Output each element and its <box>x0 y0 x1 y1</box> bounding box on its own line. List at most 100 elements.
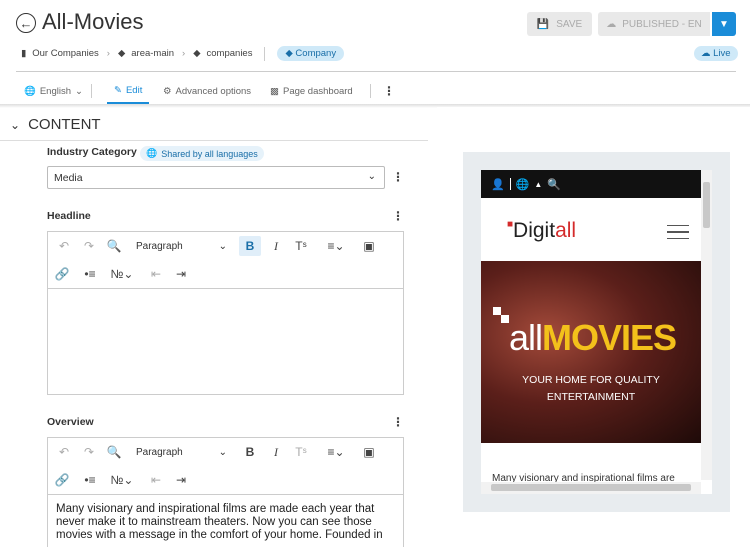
more-options-icon[interactable]: ⋮ <box>392 415 404 429</box>
tab-edit[interactable]: ✎ Edit <box>107 78 150 104</box>
undo-icon[interactable]: ↶ <box>54 442 74 462</box>
headline-editor[interactable]: ↶ ↷ 🔍 Paragraph ⌄ B I Tˢ ≡⌄ ▣ 🔗 •≡ №⌄ ⇤ … <box>47 231 404 395</box>
paragraph-style-label: Paragraph <box>136 240 183 252</box>
editor-toolbar: ↶ ↷ 🔍 Paragraph ⌄ B I Tˢ ≡⌄ ▣ 🔗 •≡ №⌄ ⇤ … <box>48 232 403 289</box>
section-title: CONTENT <box>28 116 101 133</box>
hero-squares <box>493 307 501 315</box>
hamburger-menu-icon <box>667 225 689 239</box>
more-options-icon[interactable]: ⋮ <box>392 209 404 223</box>
live-badge: ☁ Live <box>694 46 738 61</box>
indent-icon[interactable]: ⇥ <box>171 470 191 490</box>
link-icon[interactable]: 🔗 <box>52 470 72 490</box>
publish-dropdown-button[interactable]: ▼ <box>712 12 736 36</box>
company-pill: ◆ Company <box>277 46 345 61</box>
divider <box>509 178 511 190</box>
image-icon[interactable]: ▣ <box>358 442 380 462</box>
globe-icon: 🌐 <box>24 85 36 97</box>
preview-topbar: 👤 🌐 ▲ 🔍 <box>481 170 701 198</box>
content-section-header[interactable]: ⌄ CONTENT <box>10 116 101 133</box>
digitall-logo: ■Digitall <box>507 219 576 243</box>
bold-icon[interactable]: B <box>239 442 261 462</box>
publish-button[interactable]: ☁ PUBLISHED - EN <box>598 12 710 36</box>
outdent-icon[interactable]: ⇤ <box>146 264 166 284</box>
hero-subtitle-line: ENTERTAINMENT <box>546 391 636 403</box>
numbered-list-icon[interactable]: №⌄ <box>106 264 138 284</box>
tab-page-dashboard[interactable]: ▩ Page dashboard <box>270 78 353 104</box>
image-icon[interactable]: ▣ <box>358 236 380 256</box>
undo-icon[interactable]: ↶ <box>54 236 74 256</box>
chevron-right-icon: › <box>106 48 110 59</box>
overview-editor[interactable]: ↶ ↷ 🔍 Paragraph ⌄ B I Tˢ ≡⌄ ▣ 🔗 •≡ №⌄ ⇤ … <box>47 437 404 547</box>
chevron-down-icon: ▼ <box>719 18 729 30</box>
paragraph-style-select[interactable]: Paragraph ⌄ <box>134 236 229 256</box>
breadcrumb-item[interactable]: companies <box>207 48 253 59</box>
save-icon: 💾 <box>536 18 550 30</box>
redo-icon[interactable]: ↷ <box>79 442 99 462</box>
divider <box>91 84 92 98</box>
editor-body[interactable]: Many visionary and inspirational films a… <box>48 495 403 550</box>
align-icon[interactable]: ≡⌄ <box>320 236 352 256</box>
shared-badge: 🌐 Shared by all languages <box>140 146 264 161</box>
more-options-icon[interactable]: ⋮ <box>392 170 404 184</box>
tab-label: Page dashboard <box>282 85 353 97</box>
paragraph-style-select[interactable]: Paragraph ⌄ <box>134 442 229 462</box>
bullet-list-icon[interactable]: •≡ <box>79 470 101 490</box>
italic-icon[interactable]: I <box>266 442 286 462</box>
italic-icon[interactable]: I <box>266 236 286 256</box>
redo-icon[interactable]: ↷ <box>79 236 99 256</box>
search-icon: 🔍 <box>547 178 562 191</box>
clear-format-icon[interactable]: Tˢ <box>291 236 311 256</box>
horizontal-scrollbar[interactable] <box>481 482 701 494</box>
overview-label: Overview <box>47 416 94 428</box>
layers-icon: ◆ <box>193 48 201 59</box>
clear-format-icon[interactable]: Tˢ <box>291 442 311 462</box>
indent-icon[interactable]: ⇥ <box>171 264 191 284</box>
numbered-list-icon[interactable]: №⌄ <box>106 470 138 490</box>
headline-label: Headline <box>47 210 91 222</box>
more-options-icon[interactable]: ⋮ <box>383 78 395 104</box>
bullet-list-icon[interactable]: •≡ <box>79 264 101 284</box>
outdent-icon[interactable]: ⇤ <box>146 470 166 490</box>
tab-advanced-options[interactable]: ⚙ Advanced options <box>163 78 251 104</box>
page-icon: ▮ <box>21 48 27 59</box>
language-selector[interactable]: 🌐 English ⌄ <box>24 78 83 104</box>
header: ← All-Movies 💾 SAVE ☁ PUBLISHED - EN ▼ ▮… <box>0 0 750 105</box>
tab-label: Advanced options <box>175 85 252 97</box>
bar-chart-icon: ▩ <box>270 85 279 97</box>
chevron-down-icon: ⌄ <box>367 171 376 182</box>
language-label: English <box>39 85 72 97</box>
industry-select[interactable]: Media ⌄ <box>47 166 385 189</box>
live-label: Live <box>713 48 731 59</box>
shared-badge-label: Shared by all languages <box>161 148 258 159</box>
tab-label: Edit <box>125 84 143 96</box>
hero-subtitle: YOUR HOME FOR QUALITY ENTERTAINMENT <box>481 372 701 406</box>
logo-text-digit: Digit <box>513 219 556 242</box>
hero-banner: allMOVIES YOUR HOME FOR QUALITY ENTERTAI… <box>481 261 701 443</box>
logo-text-all: all <box>555 219 577 242</box>
vertical-scrollbar[interactable] <box>701 170 712 480</box>
save-button[interactable]: 💾 SAVE <box>527 12 592 36</box>
scrollbar-thumb[interactable] <box>703 182 710 228</box>
user-icon: 👤 <box>491 178 505 191</box>
breadcrumb-item[interactable]: area-main <box>131 48 174 59</box>
hero-title-all: all <box>509 317 543 358</box>
breadcrumb-item[interactable]: Our Companies <box>32 48 99 59</box>
scrollbar-thumb[interactable] <box>491 484 691 491</box>
paragraph-style-label: Paragraph <box>136 446 183 458</box>
caret-up-icon: ▲ <box>534 179 543 189</box>
page-title: All-Movies <box>42 9 144 34</box>
editor-body[interactable] <box>48 289 403 394</box>
chevron-right-icon: › <box>182 48 186 59</box>
back-arrow-icon[interactable]: ← <box>16 13 36 33</box>
bold-icon[interactable]: B <box>239 236 261 256</box>
industry-label: Industry Category <box>47 146 137 158</box>
find-replace-icon[interactable]: 🔍 <box>104 236 124 256</box>
align-icon[interactable]: ≡⌄ <box>320 442 352 462</box>
chevron-down-icon: ⌄ <box>10 117 21 132</box>
chevron-down-icon: ⌄ <box>218 240 227 252</box>
select-value: Media <box>54 172 83 184</box>
divider <box>264 46 266 61</box>
link-icon[interactable]: 🔗 <box>52 264 72 284</box>
find-replace-icon[interactable]: 🔍 <box>104 442 124 462</box>
chevron-down-icon: ⌄ <box>218 446 227 458</box>
